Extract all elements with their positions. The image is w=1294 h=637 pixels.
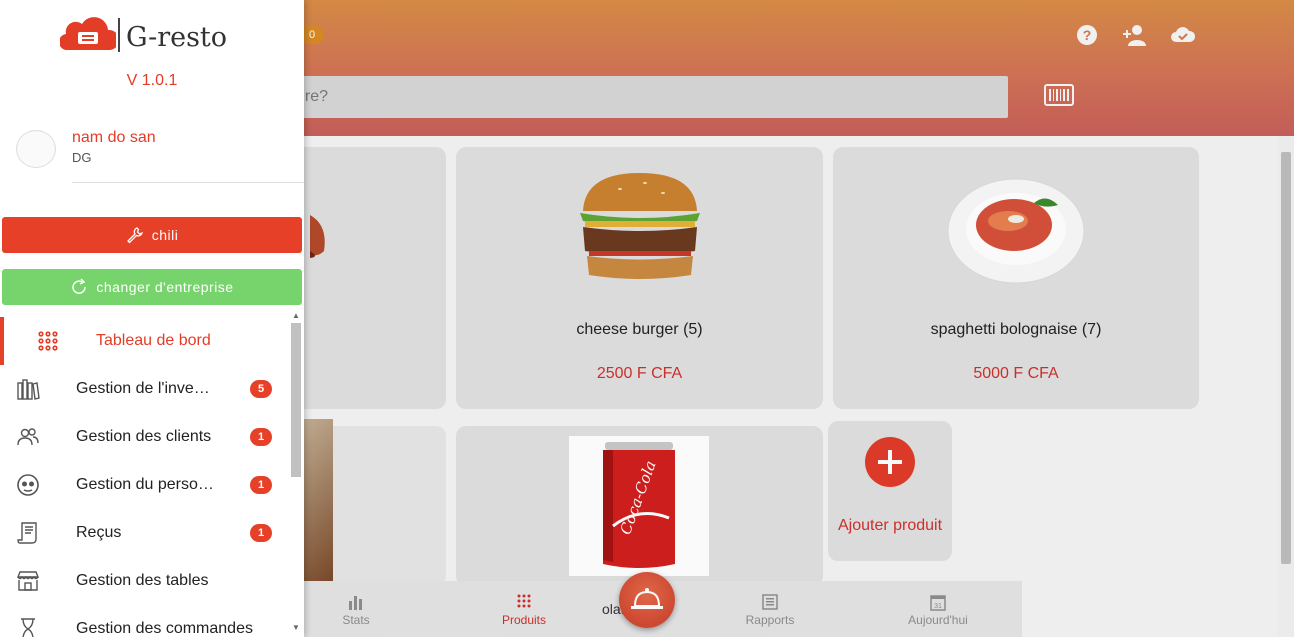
count-badge: 5	[250, 380, 272, 398]
menu-item-label: Reçus	[76, 524, 122, 541]
user-role: DG	[72, 150, 92, 165]
menu-item-label: Gestion des clients	[76, 428, 212, 445]
count-badge: 1	[250, 428, 272, 446]
drawer-scrollbar-thumb[interactable]	[291, 323, 301, 477]
store-icon	[16, 571, 40, 591]
menu-item-label: Tableau de bord	[96, 332, 211, 349]
count-badge: 1	[250, 524, 272, 542]
menu-item-tables[interactable]: Gestion des tables	[0, 557, 290, 605]
menu-item-clients[interactable]: Gestion des clients 1	[0, 413, 290, 461]
active-indicator	[0, 317, 4, 365]
avatar[interactable]	[16, 130, 56, 168]
scroll-down-arrow-icon[interactable]: ▼	[292, 623, 300, 632]
company-button[interactable]: chili	[2, 217, 302, 253]
wrench-icon	[126, 227, 143, 244]
menu-item-label: Gestion de l'inve…	[76, 380, 210, 397]
logo-divider	[118, 18, 120, 52]
count-badge: 1	[250, 476, 272, 494]
app-version: V 1.0.1	[126, 72, 178, 89]
menu-item-label: Gestion des tables	[76, 572, 209, 589]
drawer-scrim[interactable]	[304, 0, 1294, 637]
staff-face-icon	[17, 474, 39, 496]
side-drawer: G-resto V 1.0.1 nam do san DG chili chan…	[0, 0, 304, 637]
drawer-menu: Tableau de bord Gestion de l'inve… 5 Ges…	[0, 317, 290, 637]
menu-item-orders[interactable]: Gestion des commandes	[0, 605, 290, 637]
menu-item-label: Gestion des commandes	[76, 620, 253, 637]
people-icon	[17, 428, 39, 446]
logo-text: G-resto	[126, 22, 228, 53]
dashboard-dots-icon	[38, 331, 58, 351]
switch-company-label: changer d'entreprise	[96, 279, 234, 295]
switch-company-button[interactable]: changer d'entreprise	[2, 269, 302, 305]
scroll-up-arrow-icon[interactable]: ▲	[292, 311, 300, 320]
books-icon	[17, 379, 40, 400]
menu-item-label: Gestion du perso…	[76, 476, 214, 493]
refresh-icon	[72, 278, 87, 294]
divider	[72, 182, 304, 183]
logo-cloud-icon	[58, 17, 120, 51]
menu-item-inventory[interactable]: Gestion de l'inve… 5	[0, 365, 290, 413]
receipt-icon	[17, 522, 37, 544]
user-name: nam do san	[72, 129, 156, 146]
hourglass-icon	[21, 618, 35, 637]
company-button-label: chili	[151, 227, 179, 243]
menu-item-staff[interactable]: Gestion du perso… 1	[0, 461, 290, 509]
app-logo: G-resto	[58, 10, 260, 56]
menu-item-receipts[interactable]: Reçus 1	[0, 509, 290, 557]
drawer-scrollbar[interactable]: ▲ ▼	[290, 311, 302, 637]
menu-item-dashboard[interactable]: Tableau de bord	[0, 317, 290, 365]
